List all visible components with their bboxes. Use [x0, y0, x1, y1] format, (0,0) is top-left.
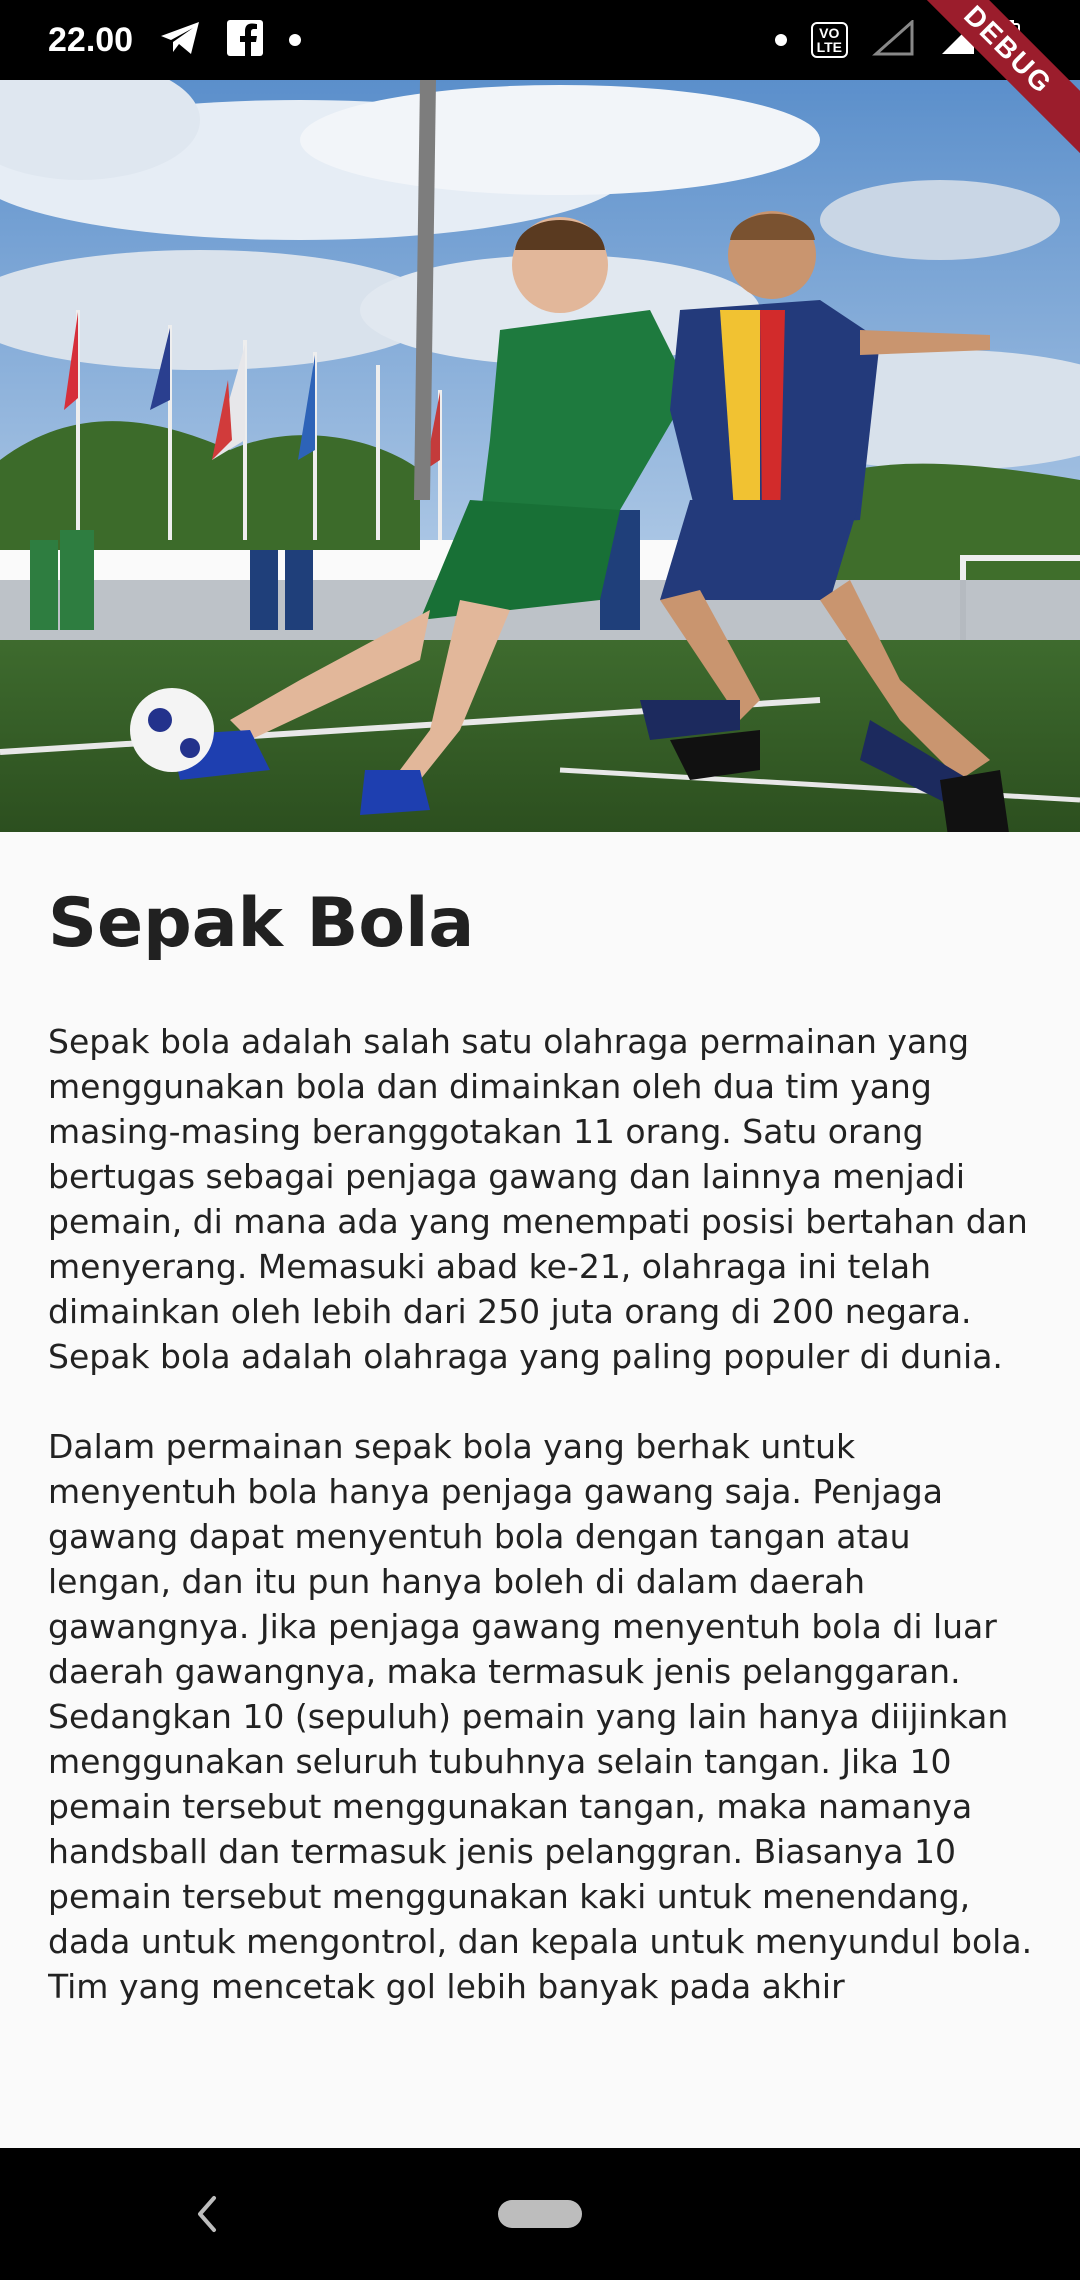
back-icon[interactable] [186, 2186, 226, 2242]
home-pill[interactable] [498, 2200, 582, 2228]
article-title: Sepak Bola [48, 884, 475, 963]
article-body: Sepak bola adalah salah satu olahraga pe… [48, 1022, 1033, 2006]
signal-icon [872, 18, 916, 60]
article-content: Sepak Bola Sepak bola adalah salah satu … [48, 832, 1038, 2148]
volte-top-label: VO [819, 25, 840, 41]
status-bar: 22.00 VO LTE [0, 0, 1080, 80]
notification-dot-icon [774, 34, 787, 46]
facebook-icon [227, 20, 264, 60]
hero-image [0, 80, 1080, 832]
volte-icon: VO LTE [810, 22, 848, 58]
notification-dot-icon [289, 34, 302, 46]
status-time: 22.00 [48, 20, 134, 59]
navigation-bar [0, 2148, 1080, 2280]
volte-bottom-label: LTE [816, 39, 842, 55]
telegram-icon [159, 20, 201, 60]
